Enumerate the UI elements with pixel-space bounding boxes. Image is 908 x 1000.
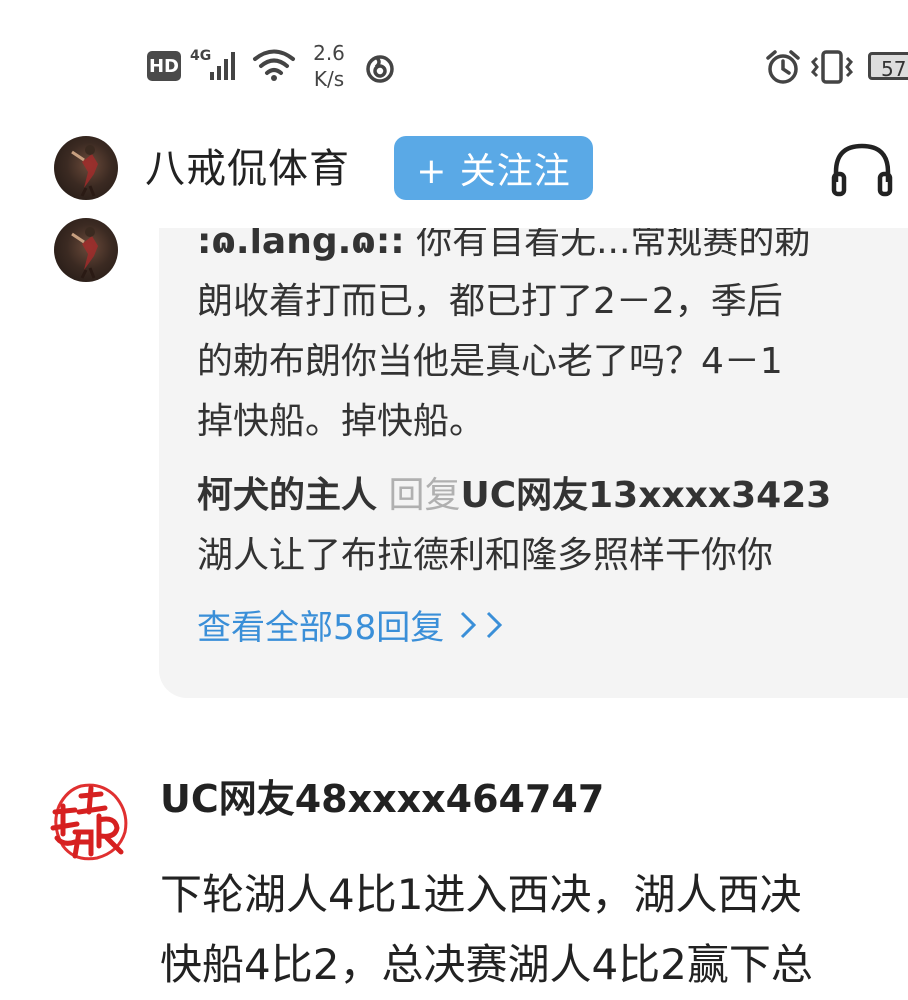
- speed-value: 2.6: [313, 41, 345, 65]
- network-speed: 2.6 K/s: [308, 40, 350, 92]
- author-avatar[interactable]: [54, 136, 118, 200]
- view-all-replies-link[interactable]: 查看全部58回复: [197, 600, 514, 649]
- comment-body: 下轮湖人4比1进入西决，湖人西决 快船4比2，总决赛湖人4比2赢下总: [160, 860, 813, 1000]
- battery-icon: 57: [868, 52, 908, 80]
- network-type-label: 4G: [190, 48, 211, 64]
- reply-username[interactable]: :ɷ.lang.ɷ::: [197, 228, 405, 262]
- hd-voice-icon: HD: [147, 51, 181, 81]
- status-bar: HD 4G 2.6 K/s 57: [0, 0, 908, 110]
- reply-text-line: 湖人让了布拉德利和隆多照样干你你: [197, 535, 774, 576]
- comment-username[interactable]: UC网友48xxxx464747: [160, 774, 604, 824]
- comment-text-line: 快船4比2，总决赛湖人4比2赢下总: [160, 940, 813, 989]
- view-all-label: 查看全部58回复: [197, 608, 445, 648]
- reply-target-username[interactable]: UC网友13xxxx3423: [460, 475, 831, 516]
- signal-4g-icon: 4G: [190, 48, 235, 80]
- reply-item: :ɷ.lang.ɷ:: 你有自看无...常规赛的勅: [197, 228, 810, 272]
- speed-unit: K/s: [313, 67, 345, 91]
- battery-level: 57: [881, 57, 907, 80]
- app-notification-icon: [366, 55, 394, 83]
- wifi-icon: [253, 49, 295, 81]
- commenter-avatar[interactable]: [54, 218, 118, 282]
- follow-button[interactable]: + 关注注: [394, 136, 593, 200]
- reply-item: 柯犬的主人 回复UC网友13xxxx3423: [197, 466, 831, 526]
- headphones-icon[interactable]: [830, 140, 894, 198]
- alarm-clock-icon: [766, 50, 800, 84]
- calligraphy-seal-avatar[interactable]: [45, 776, 131, 866]
- reply-text-line: 的勅布朗你当他是真心老了吗？4－1: [197, 341, 783, 382]
- comment-text-line: 下轮湖人4比1进入西决，湖人西决: [160, 870, 802, 919]
- replies-card: :ɷ.lang.ɷ:: 你有自看无...常规赛的勅 朗收着打而已，都已打了2－2…: [159, 228, 908, 698]
- reply-text-line: 朗收着打而已，都已打了2－2，季后: [197, 281, 783, 322]
- reply-text-line: 掉快船。掉快船。: [197, 401, 486, 442]
- reply-username[interactable]: 柯犬的主人: [197, 475, 377, 516]
- vibrate-icon: [810, 50, 854, 84]
- reply-text: 你有自看无...常规赛的勅: [404, 228, 811, 262]
- author-name[interactable]: 八戒侃体育: [145, 143, 350, 195]
- reply-keyword: 回复: [388, 475, 461, 516]
- double-chevron-right-icon: [461, 611, 503, 638]
